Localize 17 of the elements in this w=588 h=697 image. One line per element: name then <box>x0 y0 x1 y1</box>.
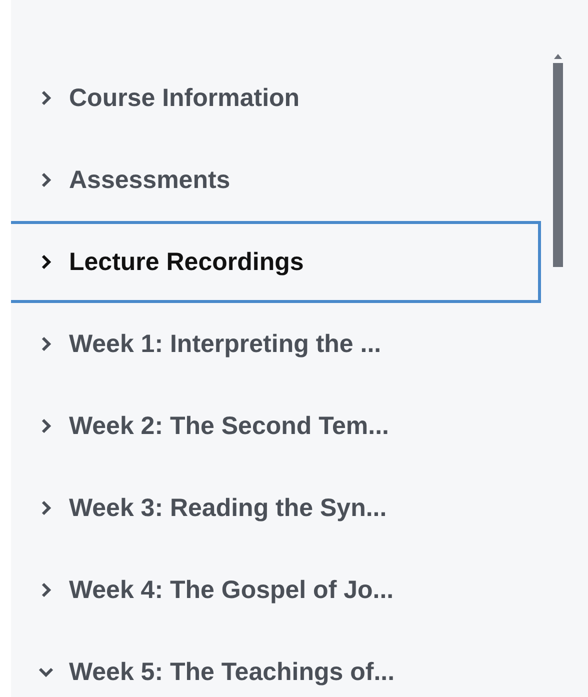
outline-item[interactable]: Week 5: The Teachings of... <box>11 631 541 697</box>
outline-item-label: Week 2: The Second Tem... <box>69 412 389 440</box>
outline-item[interactable]: Assessments <box>11 139 541 221</box>
outline-item[interactable]: Lecture Recordings <box>11 221 541 303</box>
outline-item[interactable]: Week 2: The Second Tem... <box>11 385 541 467</box>
outline-item[interactable]: Week 3: Reading the Syn... <box>11 467 541 549</box>
outline-item[interactable]: Course Information <box>11 57 541 139</box>
outline-item-label: Week 1: Interpreting the ... <box>69 330 382 358</box>
outline-item-label: Lecture Recordings <box>69 248 304 276</box>
outline-item-label: Week 4: The Gospel of Jo... <box>69 576 394 604</box>
outline-item-label: Week 5: The Teachings of... <box>69 658 395 686</box>
outline-item[interactable]: Week 4: The Gospel of Jo... <box>11 549 541 631</box>
scrollbar-drawing[interactable] <box>551 53 565 267</box>
outline-item-label: Assessments <box>69 166 230 194</box>
outline-item-label: Week 3: Reading the Syn... <box>69 494 387 522</box>
outline-item[interactable]: Week 1: Interpreting the ... <box>11 303 541 385</box>
outline-item-label: Course Information <box>69 84 300 112</box>
